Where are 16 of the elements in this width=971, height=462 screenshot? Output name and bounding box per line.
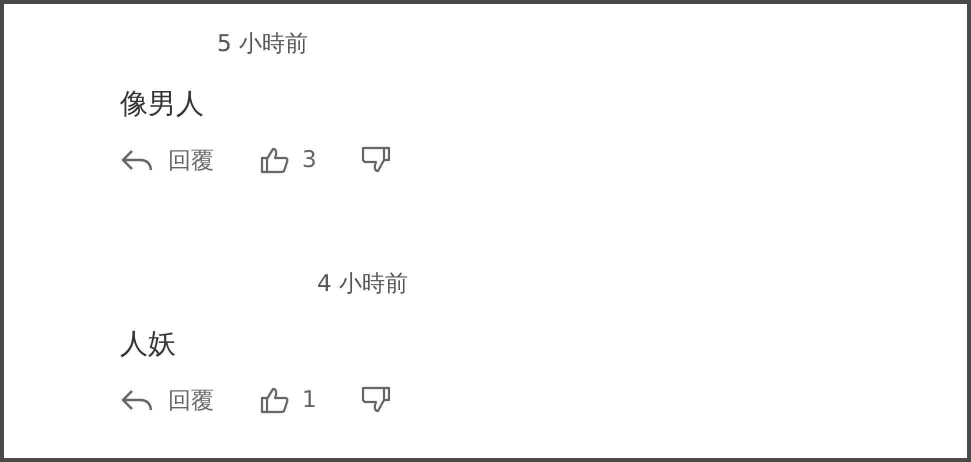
comment-text: 人妖: [120, 326, 176, 362]
thumbs-down-icon: [360, 146, 391, 174]
dislike-button[interactable]: [360, 146, 391, 174]
like-button[interactable]: 1: [260, 386, 317, 414]
comment-text: 像男人: [120, 86, 204, 122]
comment-timestamp: 4 小時前: [317, 270, 408, 299]
like-button[interactable]: 3: [260, 146, 317, 174]
thumbs-down-icon: [360, 386, 391, 414]
reply-icon: [120, 148, 154, 172]
thumbs-up-icon: [260, 386, 290, 414]
thumbs-up-icon: [260, 146, 290, 174]
reply-button[interactable]: 回覆: [120, 384, 214, 416]
dislike-button[interactable]: [360, 386, 391, 414]
reply-button[interactable]: 回覆: [120, 144, 214, 176]
reply-icon: [120, 388, 154, 412]
comment-timestamp: 5 小時前: [217, 30, 308, 59]
